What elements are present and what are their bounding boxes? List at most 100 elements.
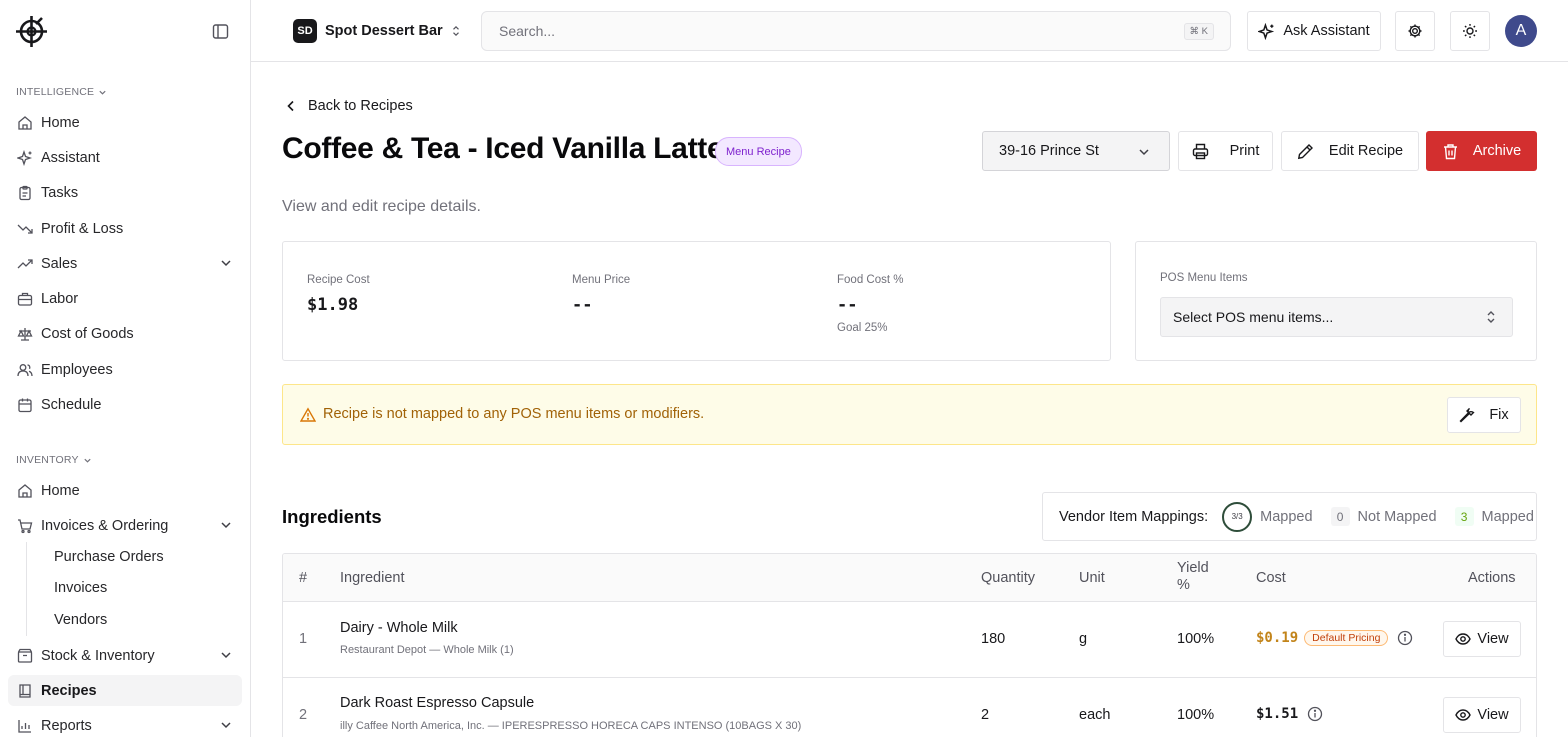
column-header-quantity: Quantity [981,570,1035,586]
chevron-down-icon [221,652,231,659]
food-cost-goal: Goal 25% [837,322,888,334]
ingredient-vendor: illy Caffee North America, Inc. — IPERES… [340,720,802,732]
view-ingredient-button[interactable]: View [1443,697,1521,733]
cart-icon [18,518,33,533]
sidebar-item-sales[interactable]: Sales [8,248,242,279]
info-icon[interactable] [1307,706,1323,722]
settings-button[interactable] [1395,11,1435,51]
sidebar-item-label: Home [41,114,80,131]
ingredient-quantity: 180 [981,631,1006,647]
sidebar-item-employees[interactable]: Employees [8,354,242,385]
sidebar-subitem-label: Purchase Orders [54,549,164,565]
view-label: View [1477,707,1509,723]
print-button[interactable]: Print [1178,131,1273,171]
mapped-label: Mapped [1260,508,1313,525]
global-search[interactable]: ⌘ K [481,11,1231,51]
edit-recipe-label: Edit Recipe [1328,143,1404,159]
fix-button[interactable]: Fix [1447,397,1521,433]
sidebar-subitem-label: Invoices [54,580,108,596]
chevron-left-icon [287,100,294,112]
print-label: Print [1229,143,1260,159]
sidebar-item-label: Tasks [41,184,79,201]
sidebar-item-home[interactable]: Home [8,107,242,138]
vendor-mapping-label: Vendor Item Mappings: [1059,508,1209,525]
sidebar-toggle-icon[interactable] [212,23,229,40]
view-ingredient-button[interactable]: View [1443,621,1521,657]
mapped-label-2: Mapped [1481,508,1534,525]
sidebar-item-cost-of-goods[interactable]: Cost of Goods [8,318,242,349]
chevron-down-icon [221,260,231,267]
sidebar-item-invoices-ordering[interactable]: Invoices & Ordering [8,510,242,541]
section-label-inventory[interactable]: INVENTORY [16,454,92,466]
sidebar-item-label: Employees [41,361,113,378]
info-icon[interactable] [1397,630,1413,646]
warning-triangle-icon [300,407,316,422]
mapped-count: 3 [1454,507,1474,526]
sidebar-subitem-vendors[interactable]: Vendors [46,606,242,634]
column-header-unit: Unit [1079,570,1105,586]
pos-select-placeholder: Select POS menu items... [1173,309,1334,325]
sidebar-item-tasks[interactable]: Tasks [8,177,242,208]
ingredient-yield: 100% [1177,707,1215,723]
sidebar-item-assistant[interactable]: Assistant [8,142,242,173]
gear-icon [1408,24,1422,38]
brand-logo-icon[interactable] [15,15,48,48]
back-link-label: Back to Recipes [308,98,413,114]
vendor-mapping-summary: Vendor Item Mappings: 3/3 Mapped 0 Not M… [1042,492,1537,541]
ask-assistant-button[interactable]: Ask Assistant [1247,11,1381,51]
ingredients-heading: Ingredients [282,506,382,527]
not-mapped-label: Not Mapped [1357,508,1437,525]
sidebar-item-label: Invoices & Ordering [41,517,169,534]
section-label-intelligence[interactable]: INTELLIGENCE [16,86,107,98]
briefcase-icon [17,292,33,306]
chart-icon [18,719,31,733]
pos-mapping-warning: Recipe is not mapped to any POS menu ite… [282,384,1537,445]
sidebar-item-labor[interactable]: Labor [8,283,242,314]
house-icon [18,483,32,498]
sidebar-item-label: Reports [41,717,92,734]
ingredient-yield: 100% [1177,631,1215,647]
sidebar-item-inventory-home[interactable]: Home [8,475,242,506]
trash-icon [1443,143,1457,159]
printer-icon [1192,143,1208,159]
food-cost-label: Food Cost % [837,274,904,286]
pos-menu-items-select[interactable]: Select POS menu items... [1160,297,1513,337]
scale-icon [17,327,33,341]
column-header-number: # [299,570,308,586]
sidebar-item-recipes[interactable]: Recipes [8,675,242,706]
location-select[interactable]: 39-16 Prince St [982,131,1170,171]
default-pricing-badge: Default Pricing [1304,630,1389,646]
sidebar-item-stock-inventory[interactable]: Stock & Inventory [8,640,242,671]
sidebar-subitem-invoices[interactable]: Invoices [46,574,242,602]
sparkles-icon [17,149,33,166]
sidebar-item-label: Recipes [41,682,97,699]
search-input[interactable] [499,23,1139,39]
location-select-value: 39-16 Prince St [999,143,1099,159]
box-icon [17,648,33,663]
chevron-down-icon [84,458,91,463]
sidebar: INTELLIGENCE Home Assistant Tasks Profit… [0,0,251,737]
sidebar-subitem-purchase-orders[interactable]: Purchase Orders [46,543,242,571]
sidebar-item-schedule[interactable]: Schedule [8,389,242,420]
sidebar-item-label: Labor [41,290,79,307]
cost-value: $0.19 [1256,630,1299,646]
sidebar-item-profit-loss[interactable]: Profit & Loss [8,213,242,244]
pos-menu-items-label: POS Menu Items [1160,272,1248,284]
pencil-icon [1297,143,1313,159]
column-header-yield: Yield % [1177,560,1209,593]
back-to-recipes-link[interactable]: Back to Recipes [284,96,413,116]
food-cost-value: -- [837,295,858,315]
book-icon [19,683,31,698]
chevrons-up-down-icon [452,26,459,36]
ingredients-table: # Ingredient Quantity Unit Yield % Cost … [282,553,1537,737]
view-label: View [1477,631,1509,647]
ingredient-name: Dairy - Whole Milk [340,620,458,636]
theme-toggle-button[interactable] [1450,11,1490,51]
table-row: 2 Dark Roast Espresso Capsule illy Caffe… [283,678,1536,737]
users-icon [17,363,33,376]
archive-button[interactable]: Archive [1426,131,1537,171]
org-switcher[interactable]: SD Spot Dessert Bar [293,18,461,44]
edit-recipe-button[interactable]: Edit Recipe [1281,131,1419,171]
sidebar-item-reports[interactable]: Reports [8,710,242,737]
user-avatar[interactable]: A [1505,15,1537,47]
